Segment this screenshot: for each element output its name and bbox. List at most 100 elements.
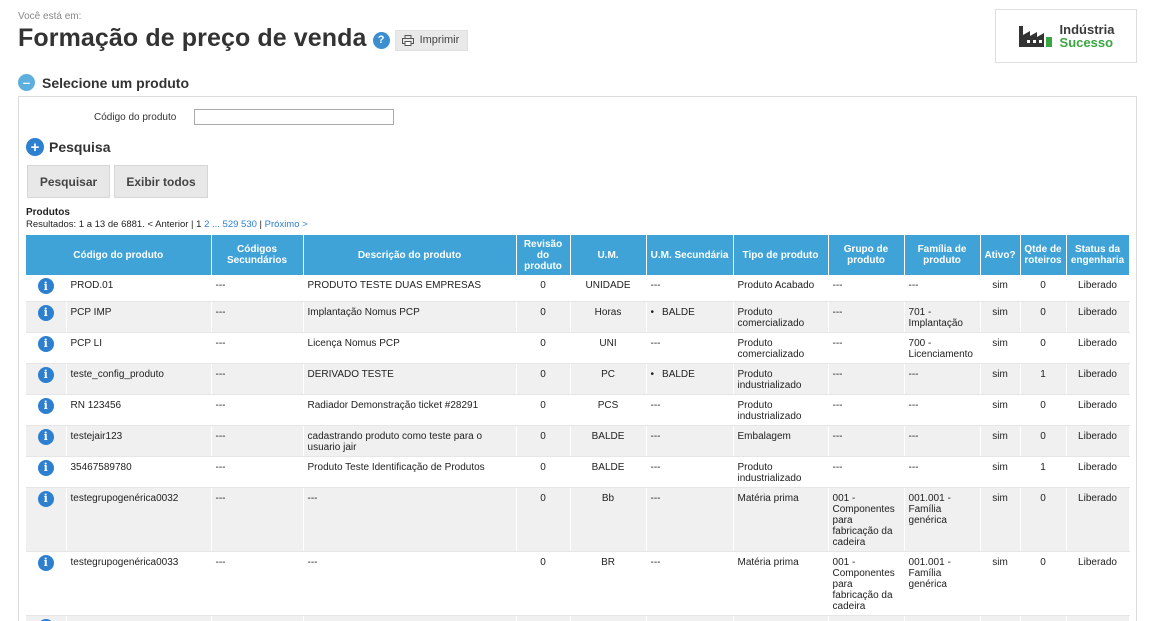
cell-family: 700 - Licenciamento — [904, 332, 981, 364]
cell-group-text: 001 - Componentes para fabricação da cad… — [832, 492, 895, 548]
search-header[interactable]: + Pesquisa — [26, 138, 110, 156]
cell-family: --- — [904, 456, 981, 488]
product-code-input[interactable] — [194, 109, 394, 125]
show-all-button[interactable]: Exibir todos — [114, 165, 208, 198]
col-header-revision[interactable]: Revisão do produto — [516, 235, 571, 275]
cell-um-secondary: --- — [646, 615, 734, 621]
search-button[interactable]: Pesquisar — [27, 165, 110, 198]
col-header-um[interactable]: U.M. — [570, 235, 647, 275]
cell-status-text: Liberado — [1078, 399, 1117, 411]
help-icon[interactable]: ? — [372, 31, 390, 49]
table-row[interactable]: i PCP LI --- Licença Nomus PCP 0 UNI --- Produt… — [26, 332, 1130, 364]
table-row[interactable]: i PCP IMP --- Implantação Nomus PCP 0 Horas BA… — [26, 301, 1130, 333]
info-icon-cell: i — [26, 615, 67, 621]
cell-secondary-text: --- — [215, 280, 226, 291]
cell-revision: 0 — [516, 615, 571, 621]
table-row[interactable]: i 35467589780 --- Produto Teste Identificaç… — [26, 456, 1130, 488]
cell-code: PCP LI — [66, 332, 212, 364]
cell-status: Liberado — [1066, 487, 1130, 552]
info-icon[interactable]: i — [37, 490, 54, 507]
info-icon[interactable]: i — [37, 278, 54, 294]
cell-family: --- — [904, 394, 981, 426]
table-row[interactable]: i123567658096---Teste novo produto0BALDE… — [26, 615, 1130, 621]
col-header-routes[interactable]: Qtde de roteiros — [1020, 235, 1067, 275]
cell-description-text: Produto Teste Identificação de Produtos — [307, 461, 485, 473]
col-header-type[interactable]: Tipo de produto — [733, 235, 829, 275]
products-table: Código do produto Códigos Secundários De… — [26, 235, 1130, 621]
cell-description: PRODUTO TESTE DUAS EMPRESAS — [303, 275, 517, 302]
info-icon[interactable]: i — [37, 335, 54, 352]
cell-routes-text: 0 — [1040, 492, 1046, 504]
expand-icon[interactable]: + — [26, 138, 44, 156]
col-header-um-secondary[interactable]: U.M. Secundária — [646, 235, 734, 275]
table-row[interactable]: i testegrupogenérica0032 --- --- 0 Bb --- Matér… — [26, 487, 1130, 552]
cell-revision: 0 — [516, 332, 571, 364]
cell-type: Produto comercializado — [733, 301, 829, 333]
cell-secondary: --- — [211, 615, 304, 621]
print-button[interactable]: Imprimir — [394, 29, 469, 51]
info-icon-cell: i — [26, 456, 67, 488]
cell-active: sim — [980, 301, 1021, 333]
cell-group-text: --- — [832, 461, 843, 473]
select-product-header[interactable]: – Selecione um produto — [18, 74, 189, 91]
col-header-family[interactable]: Família de produto — [904, 235, 981, 275]
cell-family: --- — [904, 615, 981, 621]
cell-type-text: Produto industrializado — [737, 368, 802, 391]
info-icon[interactable]: i — [37, 304, 54, 321]
cell-status-text: Liberado — [1078, 430, 1117, 442]
col-header-active[interactable]: Ativo? — [980, 235, 1021, 275]
info-icon[interactable]: i — [37, 428, 54, 445]
table-row[interactable]: i testejair123 --- cadastrando produto como… — [26, 425, 1130, 457]
cell-um-secondary: --- — [646, 275, 734, 302]
cell-secondary-text: --- — [215, 306, 226, 318]
table-row[interactable]: i RN 123456 --- Radiador Demonstração ticke… — [26, 394, 1130, 426]
col-header-code[interactable]: Código do produto — [26, 235, 212, 275]
cell-um-secondary-text: --- — [650, 430, 661, 442]
col-header-group[interactable]: Grupo de produto — [828, 235, 905, 275]
cell-secondary: --- — [211, 456, 304, 488]
cell-status: Liberado — [1066, 456, 1130, 488]
cell-secondary-text: --- — [215, 556, 226, 568]
table-row[interactable]: i teste_config_produto --- DERIVADO TESTE 0 P… — [26, 363, 1130, 395]
col-header-status[interactable]: Status da engenharia — [1066, 235, 1130, 275]
cell-um-secondary: --- — [646, 487, 734, 552]
cell-family-text: --- — [908, 430, 919, 442]
cell-routes-text: 1 — [1040, 368, 1046, 380]
table-row[interactable]: i PROD.01 --- PRODUTO TESTE DUAS EMPRESAS 0 U… — [26, 275, 1130, 302]
cell-secondary-text: --- — [215, 399, 226, 411]
cell-revision-text: 0 — [540, 368, 546, 380]
collapse-icon[interactable]: – — [18, 74, 35, 91]
info-icon-cell: i — [26, 301, 67, 333]
cell-active: sim — [980, 551, 1021, 616]
cell-description-text: cadastrando produto como teste para o us… — [307, 430, 483, 453]
col-header-secondary[interactable]: Códigos Secundários — [211, 235, 304, 275]
cell-revision-text: 0 — [540, 492, 546, 504]
cell-routes: 0 — [1020, 275, 1067, 302]
next-page-link[interactable]: Próximo > — [265, 219, 308, 230]
cell-routes: 1 — [1020, 456, 1067, 488]
cell-code-text: PCP IMP — [70, 306, 112, 318]
info-icon[interactable]: i — [37, 397, 54, 414]
cell-routes-text: 1 — [1040, 461, 1046, 473]
cell-description: --- — [303, 487, 517, 552]
cell-um: PCS — [570, 394, 647, 426]
cell-routes: 1 — [1020, 615, 1067, 621]
cell-description: DERIVADO TESTE — [303, 363, 517, 395]
cell-family-text: --- — [908, 399, 919, 411]
info-icon[interactable]: i — [37, 459, 54, 476]
cell-secondary: --- — [211, 275, 304, 302]
info-icon[interactable]: i — [37, 366, 54, 383]
cell-group: --- — [828, 363, 905, 395]
cell-routes: 1 — [1020, 363, 1067, 395]
cell-type-text: Matéria prima — [737, 556, 799, 568]
info-icon[interactable]: i — [37, 554, 54, 571]
cell-secondary: --- — [211, 425, 304, 457]
cell-description-text: --- — [307, 556, 318, 568]
cell-active: sim — [980, 487, 1021, 552]
cell-group: --- — [828, 394, 905, 426]
cell-revision-text: 0 — [540, 337, 546, 349]
col-header-description[interactable]: Descrição do produto — [303, 235, 517, 275]
cell-group: --- — [828, 425, 905, 457]
table-row[interactable]: i testegrupogenérica0033 --- --- 0 BR --- Matér… — [26, 551, 1130, 616]
page-links[interactable]: 2 ... 529 530 — [204, 219, 257, 230]
